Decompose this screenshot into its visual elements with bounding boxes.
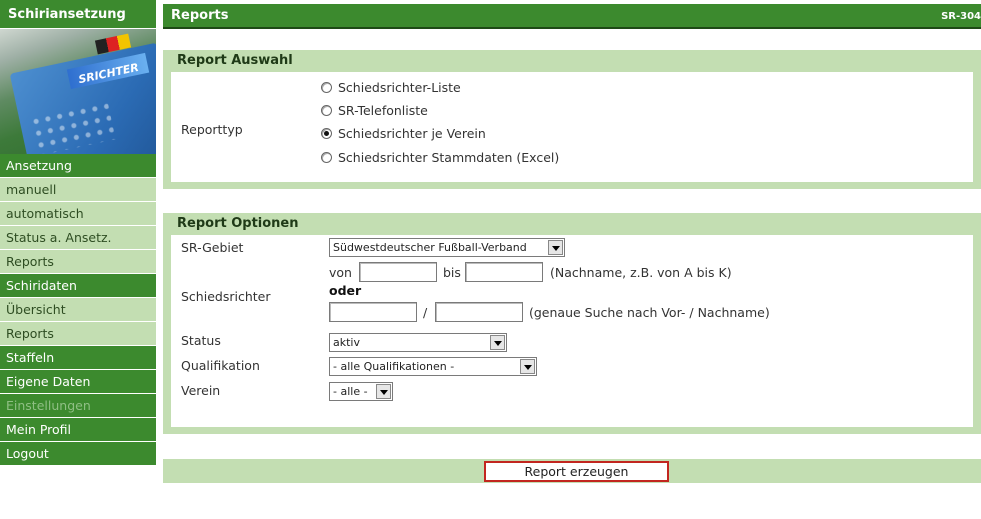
chevron-down-icon[interactable] <box>376 384 391 399</box>
reporttyp-option-label: Schiedsrichter Stammdaten (Excel) <box>338 150 560 165</box>
sidebar-item-übersicht[interactable]: Übersicht <box>0 298 156 322</box>
chevron-down-icon[interactable] <box>548 240 563 255</box>
reporttyp-option[interactable]: Schiedsrichter Stammdaten (Excel) <box>321 150 559 165</box>
sidebar-item-einstellungen: Einstellungen <box>0 394 156 418</box>
schiedsrichter-label: Schiedsrichter <box>181 289 271 304</box>
sidebar-item-status-a-ansetz[interactable]: Status a. Ansetz. <box>0 226 156 250</box>
reporttyp-label: Reporttyp <box>181 122 243 137</box>
range-hint: (Nachname, z.B. von A bis K) <box>550 265 732 280</box>
bis-label: bis <box>443 265 461 280</box>
sidebar-item-logout[interactable]: Logout <box>0 442 156 466</box>
von-input[interactable] <box>359 262 437 282</box>
qualifikation-value: - alle Qualifikationen - <box>333 360 455 373</box>
sidebar-item-reports[interactable]: Reports <box>0 250 156 274</box>
reporttyp-option[interactable]: Schiedsrichter-Liste <box>321 80 461 95</box>
verein-label: Verein <box>181 383 221 398</box>
sidebar-item-staffeln[interactable]: Staffeln <box>0 346 156 370</box>
sidebar-nav: Ansetzung manuell automatisch Status a. Ans… <box>0 154 156 466</box>
sr-gebiet-select[interactable]: Südwestdeutscher Fußball-Verband <box>329 238 565 257</box>
sidebar-item-schiridaten[interactable]: Schiridaten <box>0 274 156 298</box>
sidebar: Schiriansetzung SRICHTER Ansetzung manuel… <box>0 0 156 519</box>
radio-unchecked-icon[interactable] <box>321 152 332 163</box>
nachname-input[interactable] <box>435 302 523 322</box>
report-auswahl-panel: Report Auswahl Reporttyp Schiedsrichter-… <box>163 50 981 189</box>
report-auswahl-body: Reporttyp Schiedsrichter-Liste SR-Telefon… <box>171 72 973 182</box>
sidebar-item-manuell[interactable]: manuell <box>0 178 156 202</box>
reporttyp-option-label: Schiedsrichter je Verein <box>338 126 486 141</box>
sidebar-item-eigene-daten[interactable]: Eigene Daten <box>0 370 156 394</box>
oder-label: oder <box>329 283 362 298</box>
reporttyp-option-label: Schiedsrichter-Liste <box>338 80 461 95</box>
sr-gebiet-value: Südwestdeutscher Fußball-Verband <box>333 241 527 254</box>
sidebar-title: Schiriansetzung <box>0 0 156 29</box>
qualifikation-label: Qualifikation <box>181 358 260 373</box>
main-content: Reports SR-304 Report Auswahl Reporttyp … <box>163 0 981 519</box>
radio-checked-icon[interactable] <box>321 128 332 139</box>
sidebar-item-mein-profil[interactable]: Mein Profil <box>0 418 156 442</box>
status-select[interactable]: aktiv <box>329 333 507 352</box>
verein-value: - alle - <box>333 385 368 398</box>
report-auswahl-title: Report Auswahl <box>177 53 293 68</box>
radio-unchecked-icon[interactable] <box>321 82 332 93</box>
chevron-down-icon[interactable] <box>490 335 505 350</box>
status-label: Status <box>181 333 221 348</box>
vorname-input[interactable] <box>329 302 417 322</box>
qualifikation-select[interactable]: - alle Qualifikationen - <box>329 357 537 376</box>
status-value: aktiv <box>333 336 360 349</box>
exact-search-hint: (genaue Suche nach Vor- / Nachname) <box>529 305 770 320</box>
slash-separator: / <box>423 305 428 320</box>
report-optionen-panel: Report Optionen SR-Gebiet Südwestdeutsch… <box>163 213 981 434</box>
sidebar-item-reports[interactable]: Reports <box>0 322 156 346</box>
reporttyp-option[interactable]: Schiedsrichter je Verein <box>321 126 486 141</box>
page-title: Reports <box>171 8 229 23</box>
action-bar: Report erzeugen <box>163 459 981 483</box>
report-optionen-title: Report Optionen <box>177 216 299 231</box>
page-code: SR-304 <box>941 11 981 22</box>
von-label: von <box>329 265 352 280</box>
sidebar-item-automatisch[interactable]: automatisch <box>0 202 156 226</box>
chevron-down-icon[interactable] <box>520 359 535 374</box>
referee-banner-image: SRICHTER <box>0 29 156 154</box>
report-erzeugen-button[interactable]: Report erzeugen <box>484 461 669 482</box>
sidebar-item-ansetzung[interactable]: Ansetzung <box>0 154 156 178</box>
reporttyp-option-label: SR-Telefonliste <box>338 103 428 118</box>
radio-unchecked-icon[interactable] <box>321 105 332 116</box>
verein-select[interactable]: - alle - <box>329 382 393 401</box>
reporttyp-option[interactable]: SR-Telefonliste <box>321 103 428 118</box>
report-optionen-body: SR-Gebiet Südwestdeutscher Fußball-Verba… <box>171 235 973 427</box>
bis-input[interactable] <box>465 262 543 282</box>
page-header: Reports SR-304 <box>163 4 981 29</box>
sr-gebiet-label: SR-Gebiet <box>181 240 244 255</box>
